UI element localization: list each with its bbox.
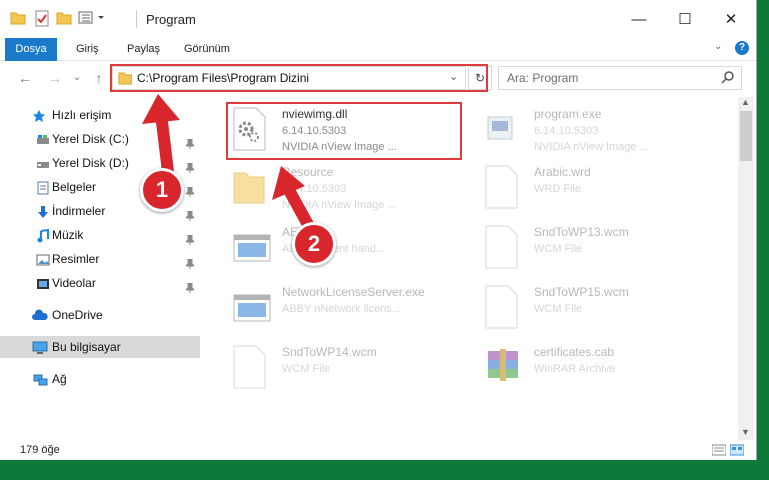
step-2-badge: 2: [292, 222, 336, 266]
explorer-window: Program — ☐ ✕ Dosya Giriş Paylaş Görünüm…: [0, 0, 757, 460]
arrow-1: [142, 94, 180, 178]
arrow-annotations: [142, 94, 318, 238]
arrow-2: [272, 166, 318, 238]
step-1-badge: 1: [140, 168, 184, 212]
